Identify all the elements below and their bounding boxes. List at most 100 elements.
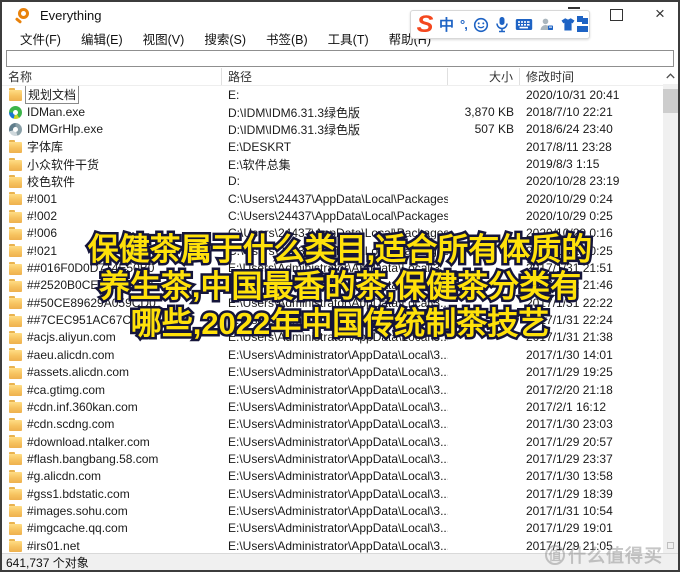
menu-item[interactable]: 文件(F) bbox=[10, 27, 71, 50]
folder-icon bbox=[9, 368, 22, 379]
file-size: 3,870 KB bbox=[448, 105, 520, 119]
file-path: C:\Users\24437\AppData\Local\Packages... bbox=[222, 244, 448, 258]
folder-icon bbox=[9, 229, 22, 240]
table-row[interactable]: #!002C:\Users\24437\AppData\Local\Packag… bbox=[2, 207, 678, 224]
menu-item[interactable]: 编辑(E) bbox=[71, 27, 133, 50]
column-header-name[interactable]: 名称 bbox=[2, 68, 222, 85]
menu-item[interactable]: 视图(V) bbox=[133, 27, 195, 50]
table-row[interactable]: 字体库E:\DESKRT2017/8/11 23:28 bbox=[2, 138, 678, 155]
file-path: C:\Users\24437\AppData\Local\Packages... bbox=[222, 226, 448, 240]
table-row[interactable]: #!001C:\Users\24437\AppData\Local\Packag… bbox=[2, 190, 678, 207]
folder-icon bbox=[9, 506, 22, 517]
file-path: E:\Users\Administrator\AppData\Local\3..… bbox=[222, 487, 448, 501]
file-name-cell: #ca.gtimg.com bbox=[2, 383, 222, 397]
file-path: E:\Users\Administrator\AppData\Local\3..… bbox=[222, 365, 448, 379]
file-name-cell: #download.ntalker.com bbox=[2, 435, 222, 449]
menu-item[interactable]: 搜索(S) bbox=[194, 27, 256, 50]
table-row[interactable]: #!021 C:\Users\24437\AppData\Local\Packag… bbox=[2, 242, 678, 259]
file-path: D:\IDM\IDM6.31.3绿色版 bbox=[222, 121, 448, 138]
table-row[interactable]: #cdn.inf.360kan.comE:\Users\Administrato… bbox=[2, 398, 678, 415]
table-row[interactable]: #flash.bangbang.58.comE:\Users\Administr… bbox=[2, 450, 678, 467]
scrollbar-thumb[interactable] bbox=[663, 89, 678, 113]
file-name: ##7CEC951AC67C25 bbox=[27, 313, 144, 327]
folder-icon bbox=[9, 454, 22, 465]
table-row[interactable]: 小众软件干货E:\软件总集2019/8/3 1:15 bbox=[2, 155, 678, 172]
file-modified: 2017/1/31 21:51 bbox=[520, 261, 678, 275]
table-row[interactable]: IDMGrHlp.exeD:\IDM\IDM6.31.3绿色版507 KB201… bbox=[2, 121, 678, 138]
folder-icon bbox=[9, 316, 22, 327]
object-count: 641,737 个对象 bbox=[6, 554, 89, 571]
toolbox-icon[interactable] bbox=[582, 18, 583, 32]
account-icon[interactable] bbox=[539, 17, 554, 32]
file-name-cell: #imgcache.qq.com bbox=[2, 521, 222, 535]
vertical-scrollbar[interactable] bbox=[663, 68, 678, 555]
table-row[interactable]: #assets.alicdn.comE:\Users\Administrator… bbox=[2, 364, 678, 381]
menu-item[interactable]: 书签(B) bbox=[256, 27, 318, 50]
table-row[interactable]: #download.ntalker.comE:\Users\Administra… bbox=[2, 433, 678, 450]
minimize-button[interactable] bbox=[568, 7, 580, 9]
file-modified: 2020/10/29 0:25 bbox=[520, 244, 678, 258]
file-path: E:\Users\Administrator\AppData\Local\3..… bbox=[222, 400, 448, 414]
table-row[interactable]: #!006C:\Users\24437\AppData\Local\Packag… bbox=[2, 225, 678, 242]
file-name: ##2520B0CE89D024A1 bbox=[27, 278, 155, 292]
file-modified: 2017/1/31 21:38 bbox=[520, 330, 678, 344]
file-name-cell: 小众软件干货 bbox=[2, 156, 222, 173]
folder-icon bbox=[9, 541, 22, 552]
scroll-up-icon[interactable] bbox=[663, 68, 678, 85]
menu-item[interactable]: 工具(T) bbox=[318, 27, 379, 50]
file-path: E: bbox=[222, 88, 448, 102]
file-modified: 2017/1/29 18:39 bbox=[520, 487, 678, 501]
punctuation-icon[interactable]: °, bbox=[460, 17, 467, 32]
file-name-cell: #cdn.inf.360kan.com bbox=[2, 400, 222, 414]
file-name-cell: ##2520B0CE89D024A1 bbox=[2, 278, 222, 292]
maximize-button[interactable] bbox=[610, 9, 623, 21]
column-header-path[interactable]: 路径 bbox=[222, 68, 448, 85]
file-name-cell: #flash.bangbang.58.com bbox=[2, 452, 222, 466]
column-header-size[interactable]: 大小 bbox=[448, 68, 520, 85]
file-modified: 2017/2/12 21:46 bbox=[520, 278, 678, 292]
table-row[interactable]: #cdn.scdng.comE:\Users\Administrator\App… bbox=[2, 416, 678, 433]
table-row[interactable]: 规划文档E:2020/10/31 20:41 bbox=[2, 86, 678, 103]
table-row[interactable]: #aeu.alicdn.comE:\Users\Administrator\Ap… bbox=[2, 346, 678, 363]
keyboard-icon[interactable] bbox=[515, 18, 533, 31]
table-row[interactable]: ##50CE89629A059CD0E:\Users\Administrator… bbox=[2, 294, 678, 311]
search-input[interactable] bbox=[6, 50, 674, 67]
skin-icon[interactable] bbox=[560, 17, 576, 32]
folder-icon bbox=[9, 333, 22, 344]
file-path: E:\Users\Administrator\AppData\Local\3..… bbox=[222, 417, 448, 431]
emoji-icon[interactable] bbox=[473, 17, 489, 33]
file-path: E:\Users\Administrator\AppData\Local\3..… bbox=[222, 504, 448, 518]
close-button[interactable]: × bbox=[648, 4, 672, 24]
sogou-logo-icon[interactable]: S bbox=[417, 13, 434, 37]
folder-icon bbox=[9, 437, 22, 448]
table-row[interactable]: ##016F0D0D714E50B0E:\Users\Administrator… bbox=[2, 259, 678, 276]
window-title: Everything bbox=[40, 8, 101, 23]
file-name: #ca.gtimg.com bbox=[27, 383, 105, 397]
table-row[interactable]: #images.sohu.comE:\Users\Administrator\A… bbox=[2, 502, 678, 519]
table-row[interactable]: 校色软件D:2020/10/28 23:19 bbox=[2, 173, 678, 190]
table-row[interactable]: #imgcache.qq.comE:\Users\Administrator\A… bbox=[2, 520, 678, 537]
file-path: E:\Users\Administrator\AppData\Local\3..… bbox=[222, 296, 448, 310]
file-modified: 2017/1/29 19:01 bbox=[520, 521, 678, 535]
file-name: IDMGrHlp.exe bbox=[27, 122, 103, 136]
file-name-cell: ##7CEC951AC67C25 bbox=[2, 313, 222, 327]
file-name-cell: IDMan.exe bbox=[2, 105, 222, 119]
chinese-mode-icon[interactable]: 中 bbox=[439, 14, 454, 35]
table-row[interactable]: ##2520B0CE89D024A1E:\Users\Administrator… bbox=[2, 277, 678, 294]
folder-icon bbox=[9, 194, 22, 205]
folder-icon bbox=[9, 281, 22, 292]
table-row[interactable]: #gss1.bdstatic.comE:\Users\Administrator… bbox=[2, 485, 678, 502]
table-row[interactable]: #acjs.aliyun.comE:\Users\Administrator\A… bbox=[2, 329, 678, 346]
column-header-modified[interactable]: 修改时间 bbox=[520, 68, 678, 85]
table-row[interactable]: ##7CEC951AC67C25 E:\Users\Administrator\A… bbox=[2, 311, 678, 328]
file-icon bbox=[9, 123, 22, 136]
file-name: 规划文档 bbox=[25, 86, 79, 104]
file-path: E:\Users\Administrator\AppData\Local\3..… bbox=[222, 313, 448, 327]
microphone-icon[interactable] bbox=[495, 16, 509, 33]
table-row[interactable]: #ca.gtimg.comE:\Users\Administrator\AppD… bbox=[2, 381, 678, 398]
file-name: #!021 bbox=[27, 244, 57, 258]
table-row[interactable]: #irs01.netE:\Users\Administrator\AppData… bbox=[2, 537, 678, 554]
table-row[interactable]: #g.alicdn.comE:\Users\Administrator\AppD… bbox=[2, 468, 678, 485]
table-row[interactable]: IDMan.exeD:\IDM\IDM6.31.3绿色版3,870 KB2018… bbox=[2, 103, 678, 120]
file-name-cell: #!001 bbox=[2, 192, 222, 206]
